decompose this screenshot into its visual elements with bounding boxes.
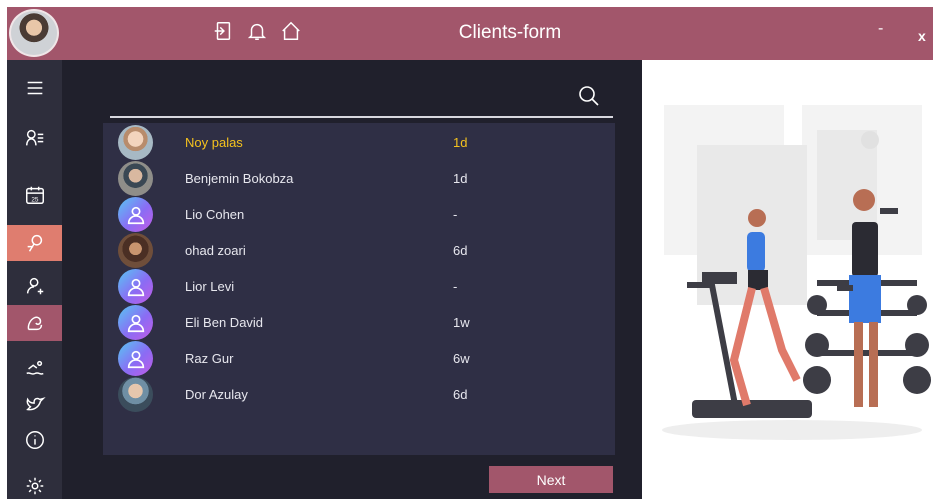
add-user-icon[interactable] [7, 268, 62, 304]
fitness-icon[interactable] [7, 225, 62, 261]
client-list-icon[interactable] [7, 120, 62, 156]
client-name: Benjemin Bokobza [185, 171, 294, 186]
svg-text:25: 25 [31, 196, 39, 203]
client-name: Lio Cohen [185, 207, 245, 222]
client-last-seen: - [453, 207, 458, 222]
list-item[interactable]: Eli Ben David 1w [103, 304, 615, 340]
client-name: Lior Levi [185, 279, 235, 294]
gym-scene-image [662, 105, 931, 440]
client-avatar [118, 233, 153, 268]
calendar-icon[interactable]: 25 [7, 177, 62, 213]
clients-list: Noy palas 1d Benjemin Bokobza 1d Lio Coh… [103, 123, 615, 455]
client-avatar [118, 125, 153, 160]
client-name: Raz Gur [185, 351, 234, 366]
default-avatar-icon [118, 197, 153, 232]
settings-icon[interactable] [7, 468, 62, 499]
list-item[interactable]: Raz Gur 6w [103, 340, 615, 376]
default-avatar-icon [118, 341, 153, 376]
menu-icon[interactable] [7, 70, 62, 106]
client-avatar [118, 377, 153, 412]
swimming-icon[interactable] [7, 350, 62, 386]
minimize-button[interactable]: - [878, 20, 883, 38]
info-icon[interactable] [7, 422, 62, 458]
list-item[interactable]: Noy palas 1d [103, 124, 615, 160]
default-avatar-icon [118, 269, 153, 304]
client-last-seen: 1d [453, 171, 468, 186]
client-name: Dor Azulay [185, 387, 248, 402]
list-item[interactable]: ohad zoari 6d [103, 232, 615, 268]
gym-illustration [642, 60, 933, 499]
next-button[interactable]: Next [489, 466, 613, 493]
bell-icon[interactable] [246, 20, 268, 47]
user-avatar[interactable] [9, 9, 59, 57]
default-avatar-icon [118, 305, 153, 340]
client-name: ohad zoari [185, 243, 246, 258]
sidebar: 25 [7, 60, 62, 499]
list-item[interactable]: Dor Azulay 6d [103, 376, 615, 412]
list-item[interactable]: Lior Levi - [103, 268, 615, 304]
client-name: Eli Ben David [185, 315, 264, 330]
list-item[interactable]: Benjemin Bokobza 1d [103, 160, 615, 196]
client-avatar [118, 161, 153, 196]
logout-icon[interactable] [212, 20, 234, 47]
search-input[interactable] [110, 116, 613, 118]
muscle-icon[interactable] [7, 305, 62, 341]
client-name: Noy palas [185, 135, 243, 150]
client-last-seen: 6w [453, 351, 470, 366]
bird-icon[interactable] [7, 386, 62, 422]
home-icon[interactable] [280, 20, 302, 47]
client-last-seen: 6d [453, 387, 468, 402]
top-toolbar [212, 20, 302, 47]
client-last-seen: 1d [453, 135, 468, 150]
client-last-seen: 1w [453, 315, 470, 330]
close-button[interactable]: x [918, 28, 926, 44]
list-item[interactable]: Lio Cohen - [103, 196, 615, 232]
page-title: Clients-form [458, 22, 562, 43]
client-last-seen: 6d [453, 243, 468, 258]
search-icon[interactable] [577, 84, 601, 108]
client-last-seen: - [453, 279, 458, 294]
